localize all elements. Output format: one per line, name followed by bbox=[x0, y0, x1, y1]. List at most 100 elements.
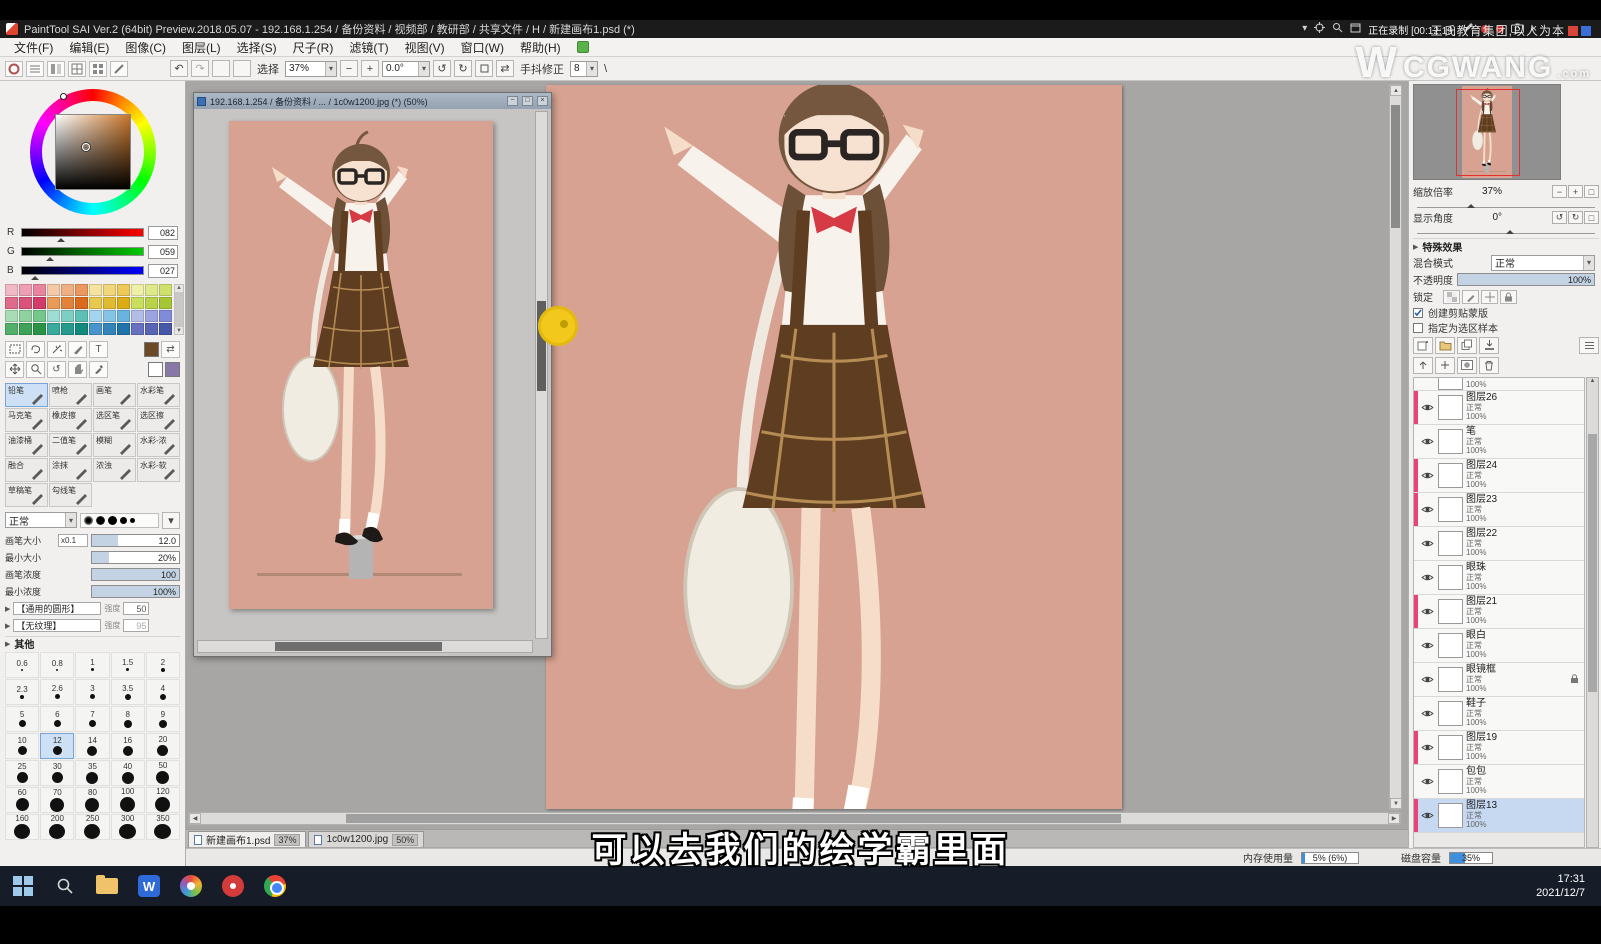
brush-size-preset-2.6[interactable]: 2.6 bbox=[40, 679, 75, 705]
layer-visibility-toggle[interactable] bbox=[1419, 539, 1435, 548]
camera-icon[interactable] bbox=[1510, 20, 1524, 38]
reference-window-titlebar[interactable]: 192.168.1.254 / 备份资料 / ... / 1c0w1200.jp… bbox=[194, 93, 551, 109]
angle-dropdown[interactable]: 0.0° ▾ bbox=[382, 60, 430, 77]
reset-view-button[interactable] bbox=[475, 60, 493, 77]
nav-zoom-reset-button[interactable]: □ bbox=[1584, 185, 1599, 198]
brush-tool-涂抹[interactable]: 涂抹 bbox=[49, 458, 92, 482]
brush-size-preset-8[interactable]: 8 bbox=[110, 706, 145, 732]
invert-selection-button[interactable] bbox=[233, 60, 251, 77]
layer-item-图层24[interactable]: 图层24 正常 100% bbox=[1414, 459, 1584, 493]
brush-tool-二值笔[interactable]: 二值笔 bbox=[49, 433, 92, 457]
zoom-slider[interactable] bbox=[1417, 199, 1595, 208]
layer-visibility-toggle[interactable] bbox=[1419, 607, 1435, 616]
start-button[interactable] bbox=[10, 873, 36, 899]
最小大小-slider[interactable]: 20% bbox=[91, 550, 180, 564]
hue-marker[interactable] bbox=[59, 93, 67, 100]
background-color-chip[interactable] bbox=[148, 361, 163, 377]
layer-visibility-toggle[interactable] bbox=[1419, 777, 1435, 786]
brush-size-preset-30[interactable]: 30 bbox=[40, 760, 75, 786]
lock-all-icon[interactable] bbox=[1500, 289, 1517, 304]
brush-size-preset-3[interactable]: 3 bbox=[75, 679, 110, 705]
layer-visibility-toggle[interactable] bbox=[1419, 505, 1435, 514]
nav-angle-reset-button[interactable]: □ bbox=[1584, 211, 1599, 224]
brush-size-preset-6[interactable]: 6 bbox=[40, 706, 75, 732]
color-swatch-25[interactable] bbox=[19, 310, 32, 322]
reference-horizontal-scrollbar[interactable] bbox=[197, 640, 533, 653]
color-swatch-1[interactable] bbox=[19, 284, 32, 296]
color-swatch-35[interactable] bbox=[159, 310, 172, 322]
brush-tool-选区笔[interactable]: 选区笔 bbox=[93, 408, 136, 432]
nav-rotate-cw-button[interactable]: ↻ bbox=[1568, 211, 1583, 224]
chevron-right-icon[interactable]: ▶ bbox=[1413, 243, 1418, 251]
menu-item-滤镜(T)[interactable]: 滤镜(T) bbox=[341, 39, 396, 56]
taskbar-search-icon[interactable] bbox=[52, 873, 78, 899]
rotate-ccw-button[interactable]: ↺ bbox=[433, 60, 451, 77]
selection-pen-icon[interactable] bbox=[68, 340, 87, 358]
brush-tool-勾线笔[interactable]: 勾线笔 bbox=[49, 483, 92, 507]
taskbar-clock[interactable]: 17:31 2021/12/7 bbox=[1536, 872, 1591, 901]
color-swatch-39[interactable] bbox=[47, 323, 60, 335]
最小浓度-slider[interactable]: 100% bbox=[91, 584, 180, 598]
layer-item-眼珠[interactable]: 眼珠 正常 100% bbox=[1414, 561, 1584, 595]
menu-item-编辑(E)[interactable]: 编辑(E) bbox=[61, 39, 117, 56]
brush-size-preset-50[interactable]: 50 bbox=[145, 760, 180, 786]
crosshair-icon[interactable] bbox=[1314, 20, 1326, 38]
brush-size-preset-20[interactable]: 20 bbox=[145, 733, 180, 759]
brush-size-preset-100[interactable]: 100 bbox=[110, 787, 145, 813]
hand-tool-icon[interactable] bbox=[68, 360, 87, 378]
brush-tool-草稿笔[interactable]: 草稿笔 bbox=[5, 483, 48, 507]
color-swatch-31[interactable] bbox=[103, 310, 116, 322]
layer-visibility-toggle[interactable] bbox=[1419, 403, 1435, 412]
color-swatch-19[interactable] bbox=[103, 297, 116, 309]
deselect-button[interactable] bbox=[212, 60, 230, 77]
panel-grid-icon[interactable] bbox=[68, 60, 86, 77]
brush-tool-油漆桶[interactable]: 油漆桶 bbox=[5, 433, 48, 457]
color-swatch-15[interactable] bbox=[47, 297, 60, 309]
lasso-icon[interactable] bbox=[26, 340, 45, 358]
color-wheel[interactable] bbox=[26, 85, 160, 219]
brush-tool-橡皮擦[interactable]: 橡皮擦 bbox=[49, 408, 92, 432]
layer-item-笔[interactable]: 笔正常 100% bbox=[1414, 425, 1584, 459]
move-layer-up-icon[interactable] bbox=[1413, 356, 1433, 374]
brush-size-preset-0.6[interactable]: 0.6 bbox=[5, 652, 40, 678]
color-swatch-3[interactable] bbox=[47, 284, 60, 296]
color-swatch-18[interactable] bbox=[89, 297, 102, 309]
color-swatch-8[interactable] bbox=[117, 284, 130, 296]
color-swatch-43[interactable] bbox=[103, 323, 116, 335]
menu-item-尺子(R)[interactable]: 尺子(R) bbox=[285, 39, 342, 56]
layer-item-图层23[interactable]: 图层23 正常 100% bbox=[1414, 493, 1584, 527]
color-swatch-17[interactable] bbox=[75, 297, 88, 309]
brush-tool-水彩-浓[interactable]: 水彩-浓 bbox=[137, 433, 180, 457]
rotate-cw-button[interactable]: ↻ bbox=[454, 60, 472, 77]
screen-recorder-icon[interactable] bbox=[220, 873, 246, 899]
chevron-right-icon[interactable]: ▶ bbox=[5, 605, 10, 613]
brush-size-preset-3.5[interactable]: 3.5 bbox=[110, 679, 145, 705]
brush-size-preset-0.8[interactable]: 0.8 bbox=[40, 652, 75, 678]
B-channel-slider[interactable] bbox=[21, 266, 144, 280]
color-swatch-20[interactable] bbox=[117, 297, 130, 309]
color-swatch-24[interactable] bbox=[5, 310, 18, 322]
swatch-scrollbar[interactable]: ▲ ▼ bbox=[174, 284, 184, 335]
zoom-dropdown[interactable]: 37% ▾ bbox=[285, 60, 337, 77]
panel-lines-icon[interactable] bbox=[26, 60, 44, 77]
wps-icon[interactable]: W bbox=[136, 873, 162, 899]
rotate-tool-icon[interactable]: ↺ bbox=[47, 360, 66, 378]
brush-tool-水彩笔[interactable]: 水彩笔 bbox=[137, 383, 180, 407]
color-swatch-40[interactable] bbox=[61, 323, 74, 335]
color-swatch-32[interactable] bbox=[117, 310, 130, 322]
zoom-out-button[interactable]: − bbox=[340, 60, 358, 77]
brush-blend-dropdown[interactable]: 正常 ▾ bbox=[5, 512, 77, 528]
color-swatch-23[interactable] bbox=[159, 297, 172, 309]
layer-visibility-toggle[interactable] bbox=[1419, 573, 1435, 582]
brush-size-preset-5[interactable]: 5 bbox=[5, 706, 40, 732]
main-canvas[interactable] bbox=[546, 85, 1122, 809]
brush-texture-dropdown[interactable]: 【无纹理】 bbox=[13, 619, 102, 632]
color-swatch-7[interactable] bbox=[103, 284, 116, 296]
color-swatch-30[interactable] bbox=[89, 310, 102, 322]
color-swatch-0[interactable] bbox=[5, 284, 18, 296]
saturation-value-square[interactable] bbox=[54, 114, 131, 190]
brush-size-preset-14[interactable]: 14 bbox=[75, 733, 110, 759]
layer-visibility-toggle[interactable] bbox=[1419, 743, 1435, 752]
add-mask-icon[interactable] bbox=[1457, 356, 1477, 374]
menu-item-图像(C)[interactable]: 图像(C) bbox=[117, 39, 174, 56]
